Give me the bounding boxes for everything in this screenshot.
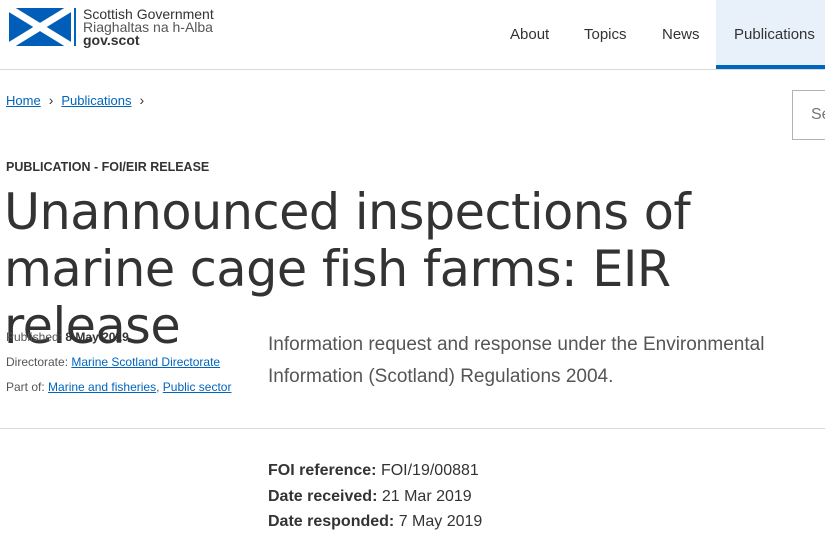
breadcrumb-publications[interactable]: Publications [61,93,131,108]
foi-date-received-label: Date received: [268,487,378,505]
foi-reference: FOI reference: FOI/19/00881 [268,462,482,488]
meta-directorate-label: Directorate: [6,355,69,369]
foi-date-responded-label: Date responded: [268,513,395,530]
foi-date-received-value: 21 Mar 2019 [381,487,472,505]
logo-divider [74,8,76,46]
breadcrumb-separator: › [48,92,54,108]
search-input[interactable] [792,90,825,140]
publication-type-label: Publication - FOI/EIR release [6,160,210,174]
nav-publications[interactable]: Publications [716,0,825,69]
meta-published-value: 8 May 2019 [65,330,129,344]
meta-directorate-link[interactable]: Marine Scotland Directorate [71,355,220,369]
publication-summary: Information request and response under t… [268,334,765,387]
meta-published: Published: 8 May 2019 [6,330,231,355]
nav-topics[interactable]: Topics [584,0,627,69]
logo-text: Scottish Government Riaghaltas na h-Alba… [83,7,214,48]
meta-part-of: Part of: Marine and fisheries, Public se… [6,380,231,405]
publication-metadata: Published: 8 May 2019 Directorate: Marin… [6,330,231,405]
foi-reference-value: FOI/19/00881 [380,462,479,479]
nav-news[interactable]: News [662,0,700,69]
breadcrumb: Home › Publications › [6,92,152,108]
logo-domain: gov.scot [83,32,140,48]
meta-part-of-label: Part of: [6,380,45,394]
foi-date-responded-value: 7 May 2019 [398,513,483,530]
nav-about[interactable]: About [510,0,549,69]
meta-part-of-link-public-sector[interactable]: Public sector [163,380,232,394]
section-divider [0,428,825,429]
site-logo-link[interactable]: Scottish Government Riaghaltas na h-Alba… [9,7,214,48]
meta-directorate: Directorate: Marine Scotland Directorate [6,355,231,380]
breadcrumb-home[interactable]: Home [6,93,41,108]
meta-published-label: Published: [6,330,63,344]
breadcrumb-separator: › [139,92,145,108]
meta-part-of-separator: , [156,380,160,394]
foi-date-received: Date received: 21 Mar 2019 [268,488,482,514]
foi-date-responded: Date responded: 7 May 2019 [268,513,482,539]
site-header: Scottish Government Riaghaltas na h-Alba… [0,0,825,70]
foi-reference-label: FOI reference: [268,462,377,479]
saltire-flag-icon [9,8,71,46]
foi-details: FOI reference: FOI/19/00881 Date receive… [268,462,482,539]
meta-part-of-link-marine[interactable]: Marine and fisheries [48,380,156,394]
